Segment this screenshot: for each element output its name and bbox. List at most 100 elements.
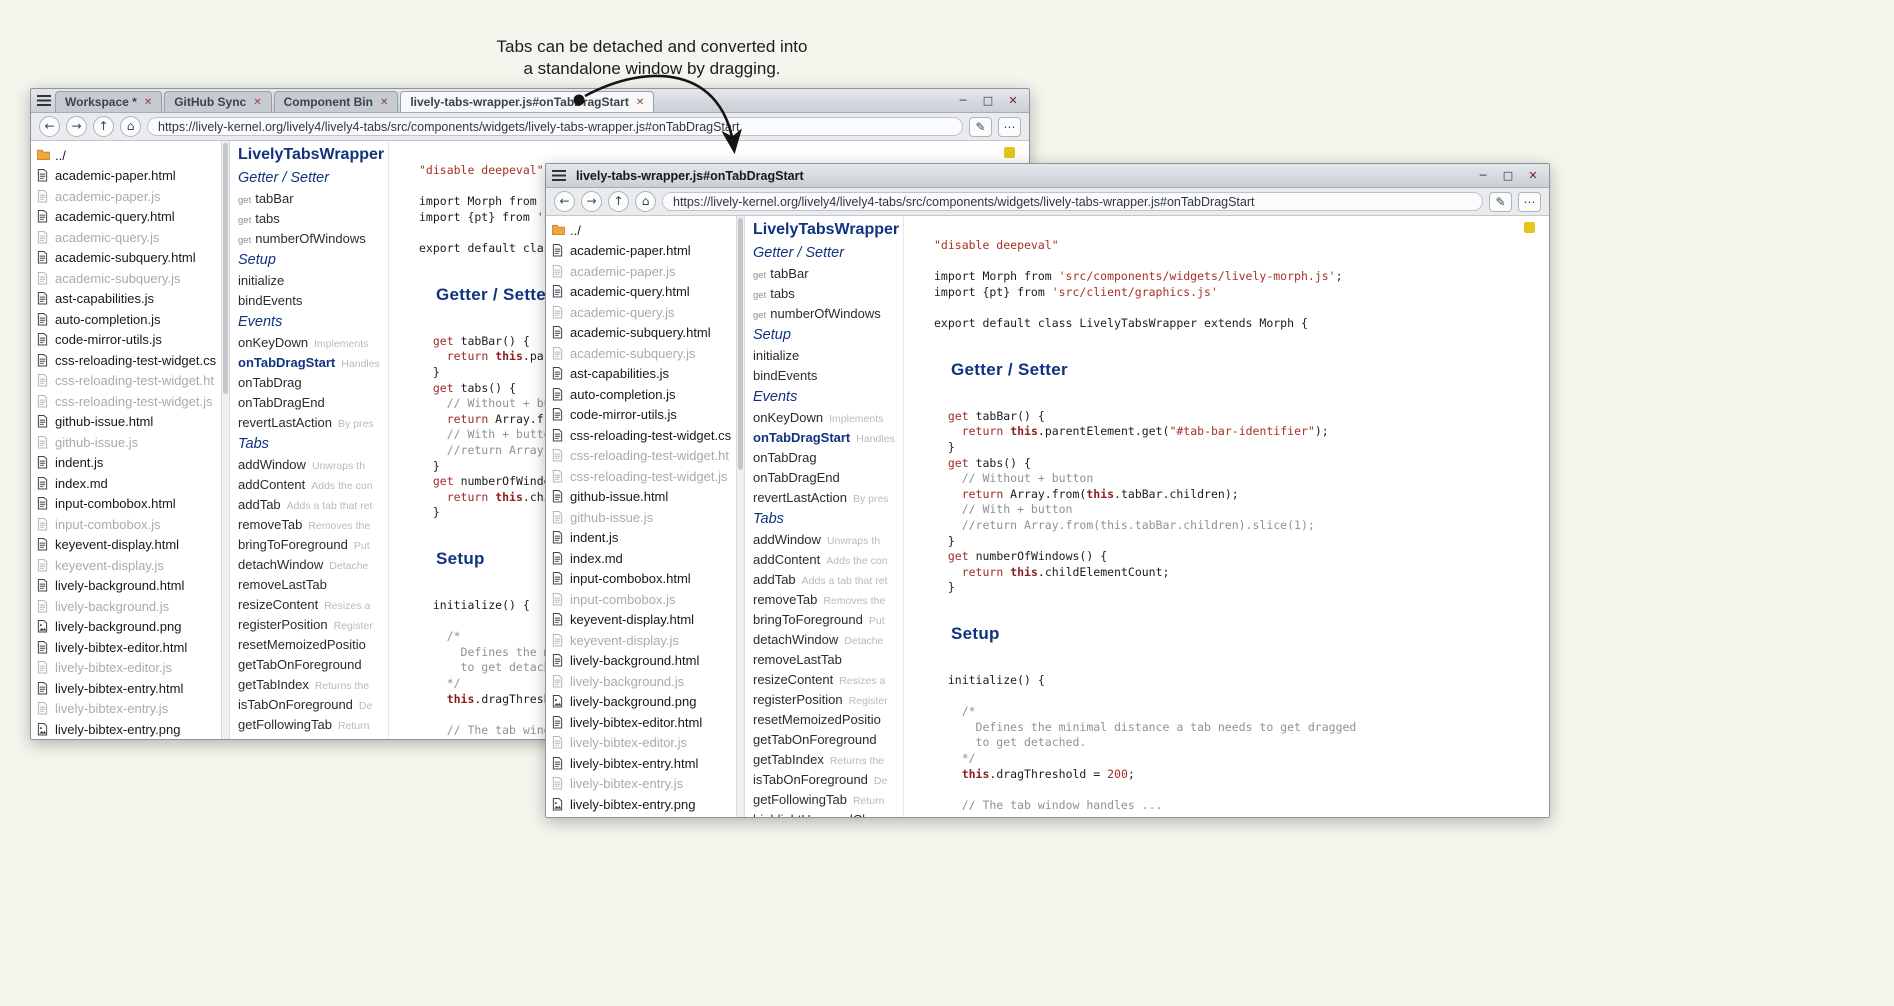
- forward-button[interactable]: →: [581, 191, 602, 212]
- back-button[interactable]: ←: [554, 191, 575, 212]
- member-item[interactable]: registerPositionRegister: [753, 690, 903, 710]
- file-item[interactable]: input-combobox.js: [37, 514, 221, 535]
- member-item[interactable]: resetMemoizedPositio: [753, 710, 903, 730]
- file-item[interactable]: index.md: [552, 548, 736, 569]
- member-item[interactable]: registerPositionRegister: [238, 615, 388, 635]
- maximize-button[interactable]: □: [1500, 169, 1516, 183]
- file-item[interactable]: academic-query.js: [37, 227, 221, 248]
- more-button[interactable]: ⋯: [998, 117, 1021, 137]
- member-item[interactable]: resizeContentResizes a: [238, 595, 388, 615]
- file-item[interactable]: indent.js: [37, 453, 221, 474]
- file-item[interactable]: lively-background.html: [37, 576, 221, 597]
- tab-component-bin[interactable]: Component Bin ✕: [274, 91, 399, 112]
- file-item[interactable]: input-combobox.js: [552, 589, 736, 610]
- more-button[interactable]: ⋯: [1518, 192, 1541, 212]
- member-item[interactable]: initialize: [753, 346, 903, 366]
- close-button[interactable]: ✕: [1005, 94, 1021, 108]
- menu-icon[interactable]: [552, 170, 566, 181]
- scrollbar-thumb[interactable]: [223, 143, 228, 394]
- member-item[interactable]: addContentAdds the con: [753, 550, 903, 570]
- close-button[interactable]: ✕: [1525, 169, 1541, 183]
- member-item[interactable]: onTabDragStartHandles: [753, 428, 903, 448]
- file-item[interactable]: academic-subquery.html: [37, 248, 221, 269]
- member-item[interactable]: getTabIndexReturns the: [238, 675, 388, 695]
- member-item[interactable]: gettabs: [753, 284, 903, 304]
- file-item[interactable]: lively-bibtex-entry.js: [37, 699, 221, 720]
- member-item[interactable]: addTabAdds a tab that ret: [753, 570, 903, 590]
- tab-close-icon[interactable]: ✕: [636, 97, 644, 108]
- member-item[interactable]: onKeyDownImplements: [753, 408, 903, 428]
- file-item[interactable]: github-issue.html: [552, 487, 736, 508]
- file-item[interactable]: lively-bibtex-editor.js: [37, 658, 221, 679]
- member-item[interactable]: bindEvents: [238, 291, 388, 311]
- back-button[interactable]: ←: [39, 116, 60, 137]
- up-button[interactable]: ↑: [93, 116, 114, 137]
- home-button[interactable]: ⌂: [635, 191, 656, 212]
- file-item[interactable]: github-issue.html: [37, 412, 221, 433]
- file-item[interactable]: lively-background.js: [552, 671, 736, 692]
- tab-close-icon[interactable]: ✕: [380, 97, 388, 108]
- file-item[interactable]: academic-query.html: [37, 207, 221, 228]
- forward-button[interactable]: →: [66, 116, 87, 137]
- member-item[interactable]: revertLastActionBy pres: [753, 488, 903, 508]
- file-item[interactable]: ../: [552, 220, 736, 241]
- tab-close-icon[interactable]: ✕: [144, 97, 152, 108]
- edit-button[interactable]: ✎: [1489, 192, 1512, 212]
- file-item[interactable]: css-reloading-test-widget.js: [37, 391, 221, 412]
- member-item[interactable]: addWindowUnwraps th: [753, 530, 903, 550]
- member-item[interactable]: removeTabRemoves the: [753, 590, 903, 610]
- file-item[interactable]: academic-subquery.js: [552, 343, 736, 364]
- file-item[interactable]: input-combobox.html: [37, 494, 221, 515]
- file-item[interactable]: github-issue.js: [552, 507, 736, 528]
- file-item[interactable]: lively-bibtex-entry.png: [552, 794, 736, 815]
- member-item[interactable]: isTabOnForegroundDe: [753, 770, 903, 790]
- member-item[interactable]: bringToForegroundPut: [753, 610, 903, 630]
- file-list-scrollbar[interactable]: [736, 216, 745, 817]
- file-item[interactable]: code-mirror-utils.js: [552, 405, 736, 426]
- file-item[interactable]: academic-paper.html: [552, 241, 736, 262]
- member-item[interactable]: detachWindowDetache: [753, 630, 903, 650]
- member-item[interactable]: bindEvents: [753, 366, 903, 386]
- file-item[interactable]: code-mirror-utils.js: [37, 330, 221, 351]
- file-item[interactable]: ../: [37, 145, 221, 166]
- member-item[interactable]: removeLastTab: [238, 575, 388, 595]
- file-item[interactable]: academic-subquery.js: [37, 268, 221, 289]
- file-item[interactable]: lively-bibtex-editor.js: [552, 733, 736, 754]
- file-item[interactable]: lively-background.html: [552, 651, 736, 672]
- edit-button[interactable]: ✎: [969, 117, 992, 137]
- file-item[interactable]: auto-completion.js: [552, 384, 736, 405]
- file-item[interactable]: keyevent-display.html: [37, 535, 221, 556]
- file-item[interactable]: academic-paper.html: [37, 166, 221, 187]
- file-item[interactable]: indent.js: [552, 528, 736, 549]
- file-item[interactable]: input-combobox.html: [552, 569, 736, 590]
- member-item[interactable]: removeTabRemoves the: [238, 515, 388, 535]
- member-item[interactable]: onTabDragStartHandles: [238, 353, 388, 373]
- member-item[interactable]: revertLastActionBy pres: [238, 413, 388, 433]
- file-item[interactable]: lively-bibtex-entry.js: [552, 774, 736, 795]
- member-item[interactable]: getnumberOfWindows: [238, 229, 388, 249]
- url-input[interactable]: [147, 117, 963, 136]
- member-item[interactable]: onTabDrag: [753, 448, 903, 468]
- member-item[interactable]: addContentAdds the con: [238, 475, 388, 495]
- maximize-button[interactable]: □: [980, 94, 996, 108]
- member-item[interactable]: onTabDrag: [238, 373, 388, 393]
- code-editor-pane[interactable]: "disable deepeval" import Morph from 'sr…: [904, 216, 1549, 817]
- file-item[interactable]: css-reloading-test-widget.cs: [37, 350, 221, 371]
- file-item[interactable]: lively-bibtex-entry.png: [37, 719, 221, 739]
- member-item[interactable]: getnumberOfWindows: [753, 304, 903, 324]
- member-item[interactable]: getFollowingTabReturn: [238, 715, 388, 735]
- file-item[interactable]: keyevent-display.js: [552, 630, 736, 651]
- member-item[interactable]: highlightUnsavedChan: [753, 810, 903, 817]
- member-item[interactable]: getTabOnForeground: [238, 655, 388, 675]
- file-item[interactable]: lively-bibtex-entry.html: [37, 678, 221, 699]
- file-item[interactable]: lively-background.js: [37, 596, 221, 617]
- file-item[interactable]: css-reloading-test-widget.js: [552, 466, 736, 487]
- file-item[interactable]: css-reloading-test-widget.ht: [37, 371, 221, 392]
- up-button[interactable]: ↑: [608, 191, 629, 212]
- member-item[interactable]: detachWindowDetache: [238, 555, 388, 575]
- file-item[interactable]: css-reloading-test-widget.cs: [552, 425, 736, 446]
- file-item[interactable]: academic-query.html: [552, 282, 736, 303]
- member-item[interactable]: bringToForegroundPut: [238, 535, 388, 555]
- file-item[interactable]: keyevent-display.html: [552, 610, 736, 631]
- scrollbar-thumb[interactable]: [738, 218, 743, 470]
